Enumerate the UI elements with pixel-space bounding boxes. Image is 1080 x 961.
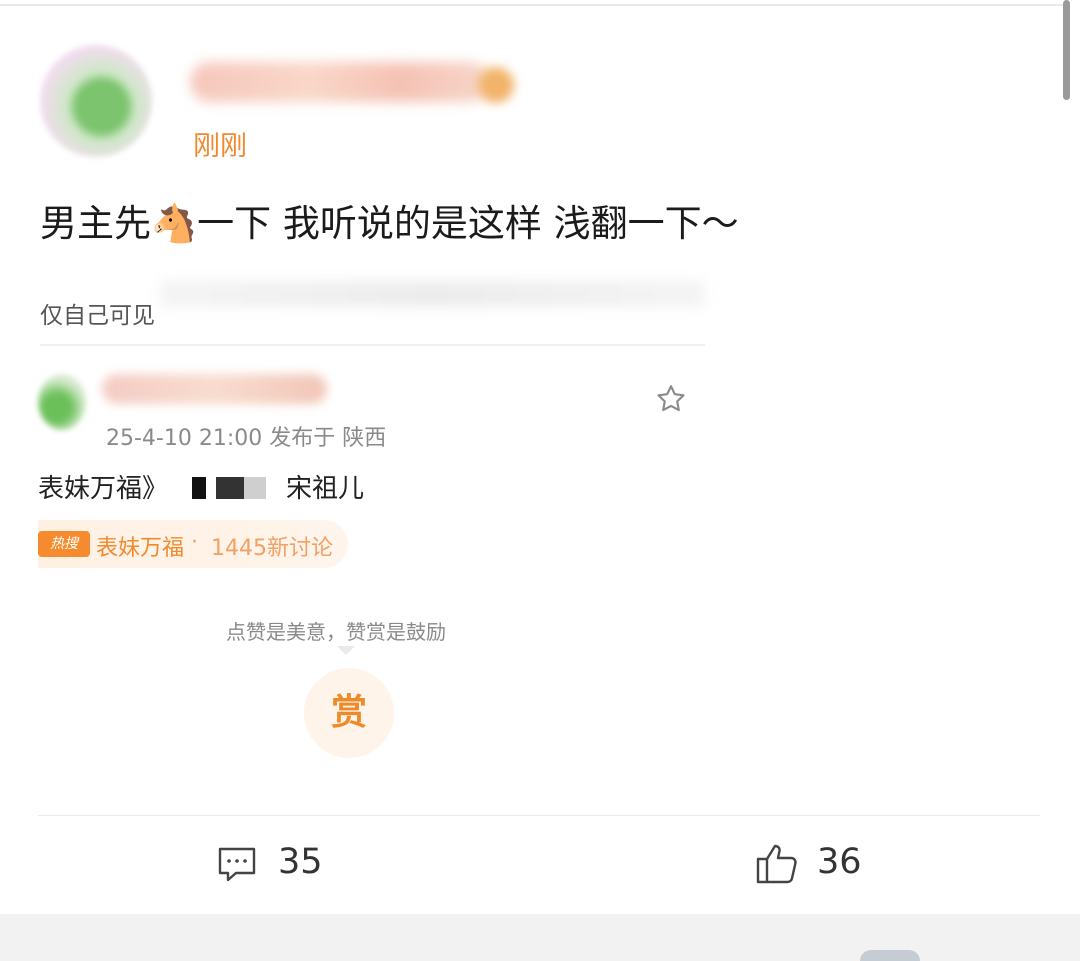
star-icon[interactable] (654, 382, 688, 416)
hot-separator: · (191, 530, 198, 555)
top-divider (0, 4, 1070, 6)
post-text: 男主先🐴一下 我听说的是这样 浅翻一下～ (40, 193, 739, 247)
censor-block (244, 477, 266, 499)
visibility-label: 仅自己可见 (40, 303, 155, 329)
reward-pointer (337, 646, 355, 655)
reward-button[interactable]: 赏 (304, 668, 394, 758)
like-count[interactable]: 36 (817, 842, 862, 882)
comment-count[interactable]: 35 (278, 842, 323, 882)
censor-block (192, 477, 206, 499)
quoted-text-end: 宋祖儿 (286, 474, 365, 504)
post-time: 刚刚 (193, 131, 247, 162)
reward-prompt: 点赞是美意，赞赏是鼓励 (226, 620, 446, 644)
quoted-text-start: 表妹万福》 (38, 474, 169, 504)
post-text-start: 男主先 (40, 202, 151, 245)
quoted-avatar[interactable] (38, 374, 86, 430)
thumbs-up-icon[interactable] (754, 841, 800, 885)
next-post-avatar (860, 950, 920, 961)
quoted-meta: 25-4-10 21:00 发布于 陕西 (106, 426, 387, 451)
censor-block (216, 477, 244, 499)
divider (40, 344, 705, 346)
hot-topic-title[interactable]: 表妹万福 (96, 530, 184, 562)
comment-icon[interactable] (216, 845, 258, 885)
avatar[interactable] (40, 45, 152, 157)
divider (38, 815, 1040, 816)
post-text-end: 一下 我听说的是这样 浅翻一下～ (197, 202, 739, 245)
hot-badge: 热搜 (38, 531, 90, 557)
blurred-text (160, 281, 705, 307)
horse-emoji-icon: 🐴 (151, 202, 198, 245)
quoted-author-name-blurred[interactable] (102, 374, 327, 404)
hot-discussion-count: 1445新讨论 (211, 536, 333, 561)
verified-badge-icon (478, 67, 514, 103)
author-name-blurred[interactable] (190, 62, 490, 102)
scrollbar[interactable] (1063, 0, 1070, 100)
